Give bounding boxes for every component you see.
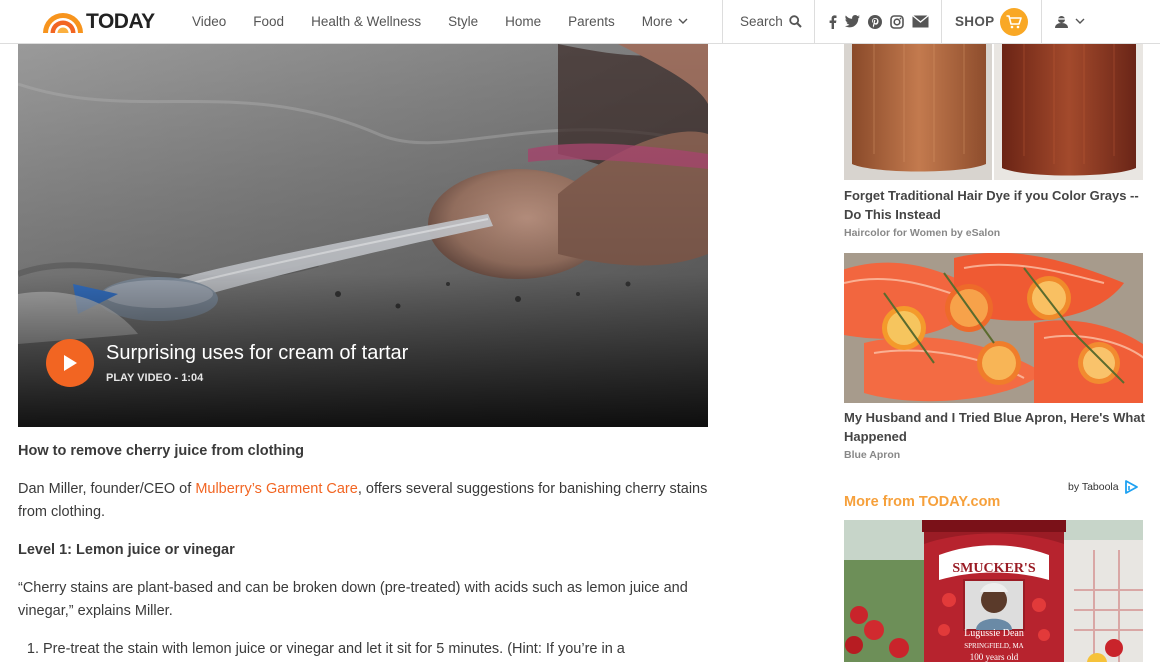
logo-text: TODAY [86, 9, 155, 33]
mulberrys-link[interactable]: Mulberry’s Garment Care [195, 481, 358, 497]
video-player[interactable]: Surprising uses for cream of tartar PLAY… [18, 44, 708, 427]
play-button[interactable] [46, 339, 94, 387]
chevron-down-icon [678, 18, 688, 24]
video-thumbnail [18, 44, 708, 427]
site-header: TODAY Video Food Health & Wellness Style… [0, 0, 1160, 44]
nav-health-wellness[interactable]: Health & Wellness [311, 14, 421, 29]
video-title[interactable]: Surprising uses for cream of tartar [106, 342, 408, 365]
promo-image-smuckers[interactable]: SMUCKER'S Lugussie Dean SPRINGFIELD, MA … [844, 520, 1143, 662]
twitter-icon[interactable] [845, 15, 860, 28]
nav-food[interactable]: Food [253, 14, 284, 29]
social-links [814, 0, 942, 44]
email-icon[interactable] [912, 15, 929, 28]
facebook-icon[interactable] [829, 14, 837, 29]
article-subheading: How to remove cherry juice from clothing [18, 440, 708, 463]
taboola-attribution[interactable]: by Taboola [1068, 480, 1138, 494]
nav-parents[interactable]: Parents [568, 14, 615, 29]
shop-label: SHOP [955, 14, 995, 29]
search-label: Search [740, 14, 783, 29]
level-heading: Level 1: Lemon juice or vinegar [18, 539, 708, 562]
jar-brand-text: SMUCKER'S [952, 561, 1035, 576]
nav-video[interactable]: Video [192, 14, 226, 29]
ad-title-blue-apron[interactable]: My Husband and I Tried Blue Apron, Here'… [844, 408, 1149, 446]
article-body: How to remove cherry juice from clothing… [18, 440, 708, 661]
taboola-label: by Taboola [1068, 481, 1119, 493]
instagram-icon[interactable] [890, 14, 904, 29]
ad-image-hair[interactable] [844, 44, 1143, 180]
account-menu[interactable] [1041, 0, 1160, 44]
ad-source-hair[interactable]: Haircolor for Women by eSalon [844, 227, 1000, 239]
chevron-down-icon [1075, 18, 1085, 24]
level-heading-text: Level 1: Lemon juice or vinegar [18, 542, 235, 558]
jar-age-text: 100 years old [970, 652, 1019, 662]
sunrise-logo-icon [42, 11, 84, 33]
article-paragraph: Dan Miller, founder/CEO of Mulberry’s Ga… [18, 478, 708, 524]
user-icon [1055, 15, 1068, 28]
play-icon [64, 355, 77, 371]
article-subheading-text: How to remove cherry juice from clothing [18, 443, 305, 459]
list-item: Pre-treat the stain with lemon juice or … [43, 638, 708, 661]
paragraph-text-pre: Dan Miller, founder/CEO of [18, 481, 196, 497]
nav-style[interactable]: Style [448, 14, 478, 29]
ad-image-salmon[interactable] [844, 253, 1143, 403]
nav-more-label: More [641, 14, 673, 29]
ad-title-hair[interactable]: Forget Traditional Hair Dye if you Color… [844, 186, 1149, 224]
search-icon [789, 15, 802, 28]
steps-list: Pre-treat the stain with lemon juice or … [18, 638, 708, 661]
main-nav: Video Food Health & Wellness Style Home … [192, 14, 715, 29]
jar-place-text: SPRINGFIELD, MA [964, 642, 1024, 650]
nav-home[interactable]: Home [505, 14, 541, 29]
more-from-heading[interactable]: More from TODAY.com [844, 494, 1000, 510]
article-quote: “Cherry stains are plant-based and can b… [18, 580, 688, 619]
adchoices-icon [1124, 480, 1138, 494]
video-meta: PLAY VIDEO - 1:04 [106, 372, 204, 384]
pinterest-icon[interactable] [868, 14, 882, 29]
shop-button[interactable]: SHOP [941, 0, 1042, 44]
search-button[interactable]: Search [722, 0, 814, 44]
nav-more[interactable]: More [642, 14, 689, 29]
jar-name-text: Lugussie Dean [964, 628, 1024, 639]
shopping-cart-icon [1000, 7, 1029, 36]
today-logo[interactable]: TODAY [42, 10, 172, 34]
ad-source-blue-apron[interactable]: Blue Apron [844, 449, 900, 461]
